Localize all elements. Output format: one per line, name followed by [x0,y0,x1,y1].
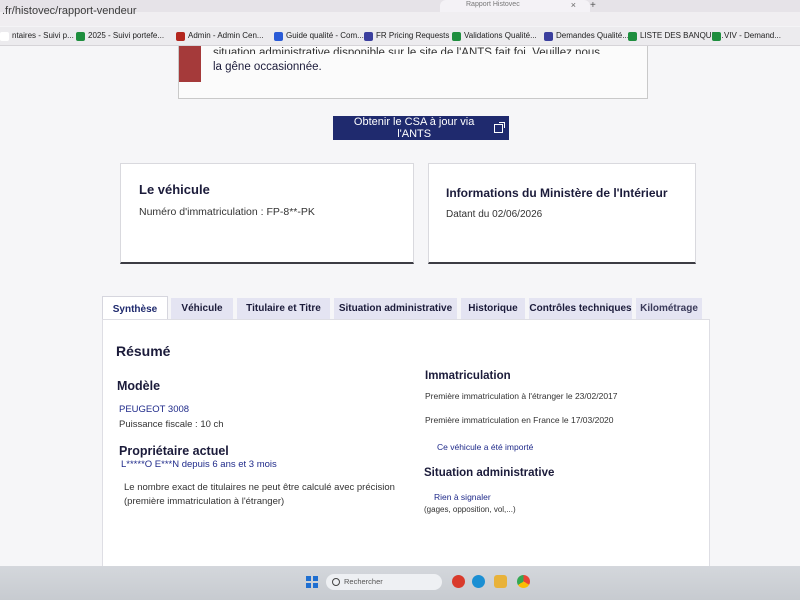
opera-icon[interactable] [452,575,465,588]
registration-heading: Immatriculation [425,370,511,382]
close-tab-icon[interactable]: × [571,0,576,10]
tab-kilometrage[interactable]: Kilométrage [636,298,702,319]
owner-note-line-1: Le nombre exact de titulaires ne peut êt… [124,482,395,493]
windows-start-icon[interactable] [306,576,318,588]
bookmark-label: Demandes Qualité... [556,31,629,40]
notice-line: la gêne occasionnée. [213,61,322,73]
tab-vehicule[interactable]: Véhicule [171,298,233,319]
ministry-card: Informations du Ministère de l'Intérieur… [428,163,696,264]
sheets-icon [628,31,637,41]
tab-situation-administrative[interactable]: Situation administrative [334,298,457,319]
file-explorer-icon[interactable] [494,575,507,588]
obtain-csa-button[interactable]: Obtenir le CSA à jour via l'ANTS [333,116,509,140]
bookmark-label: 2025 - Suivi portefe... [88,31,165,40]
synthese-panel: Résumé Modèle PEUGEOT 3008 Puissance fis… [102,319,710,571]
owner-heading: Propriétaire actuel [119,444,229,458]
bookmark-item[interactable]: VIV - Demand... [712,29,781,43]
notice-accent-bar [179,46,201,82]
bookmark-item[interactable]: Guide qualité - Com... [274,29,364,43]
vehicle-card-title: Le véhicule [139,182,210,197]
taskbar-search-placeholder: Rechercher [344,577,383,586]
obtain-csa-label: Obtenir le CSA à jour via l'ANTS [353,116,475,140]
notice-text: situation administrative disponible sur … [213,47,633,74]
first-registration-abroad: Première immatriculation à l'étranger le… [425,391,618,401]
ministry-date: Datant du 02/06/2026 [446,209,543,220]
model-name: PEUGEOT 3008 [119,404,190,415]
notice-line-cut: situation administrative disponible sur … [213,47,601,54]
sheets-icon [452,31,461,41]
address-bar[interactable]: .fr/histovec/rapport-vendeur [0,2,362,20]
external-link-icon [494,121,505,133]
owner-note-line-2: (première immatriculation à l'étranger) [124,496,285,507]
bookmark-item[interactable]: Demandes Qualité... [544,29,629,43]
slides-icon [544,31,553,41]
admin-situation-heading: Situation administrative [424,467,555,479]
notice-box: situation administrative disponible sur … [178,46,648,99]
edge-icon[interactable] [472,575,485,588]
bookmark-item[interactable]: Admin - Admin Cen... [176,29,264,43]
report-tabs: Synthèse Véhicule Titulaire et Titre Sit… [102,296,702,321]
bookmark-item[interactable]: LISTE DES BANQUE... [628,29,724,43]
search-icon [332,578,340,586]
tab-titulaire[interactable]: Titulaire et Titre [237,298,330,319]
tab-synthese[interactable]: Synthèse [102,296,168,321]
sheets-icon [76,31,85,41]
registration-number: Numéro d'immatriculation : FP-8**-PK [139,206,315,218]
bookmark-label: Guide qualité - Com... [286,31,364,40]
summary-title: Résumé [116,343,171,359]
first-registration-france: Première immatriculation en France le 17… [425,415,614,425]
bookmark-label: Admin - Admin Cen... [188,31,264,40]
page-content: situation administrative disponible sur … [0,46,800,571]
bookmark-label: FR Pricing Requests [376,31,450,40]
bookmark-item[interactable]: ntaires - Suivi p... [0,29,74,43]
admin-status: Rien à signaler [434,492,491,502]
admin-icon [176,31,185,41]
doc-icon [274,31,283,41]
bookmark-label: Validations Qualité... [464,31,537,40]
vehicle-card: Le véhicule Numéro d'immatriculation : F… [120,163,414,264]
slides-icon [364,31,373,41]
admin-status-detail: (gages, opposition, vol,...) [424,505,516,514]
tab-historique[interactable]: Historique [461,298,525,319]
bookmark-item[interactable]: FR Pricing Requests [364,29,449,43]
fiscal-power: Puissance fiscale : 10 ch [119,419,224,430]
bookmark-label: VIV - Demand... [724,31,781,40]
sheets-icon [712,31,721,41]
bookmark-item[interactable]: 2025 - Suivi portefe... [76,29,164,43]
taskbar-search[interactable]: Rechercher [326,574,442,590]
imported-vehicle-note: Ce véhicule a été importé [437,442,534,452]
tab-controles-techniques[interactable]: Contrôles techniques [529,298,632,319]
bookmarks-bar: ntaires - Suivi p... 2025 - Suivi portefe… [0,27,800,46]
folder-icon [0,31,9,41]
current-owner: L*****O E***N depuis 6 ans et 3 mois [121,459,277,470]
bookmark-item[interactable]: Validations Qualité... [452,29,537,43]
model-heading: Modèle [117,379,161,393]
new-tab-icon[interactable]: + [590,0,596,11]
browser-tab-title: Rapport Histovec [466,1,520,8]
taskbar: Rechercher [0,566,800,600]
chrome-icon[interactable] [517,575,530,588]
ministry-card-title: Informations du Ministère de l'Intérieur [446,186,668,200]
bookmark-label: ntaires - Suivi p... [12,31,74,40]
